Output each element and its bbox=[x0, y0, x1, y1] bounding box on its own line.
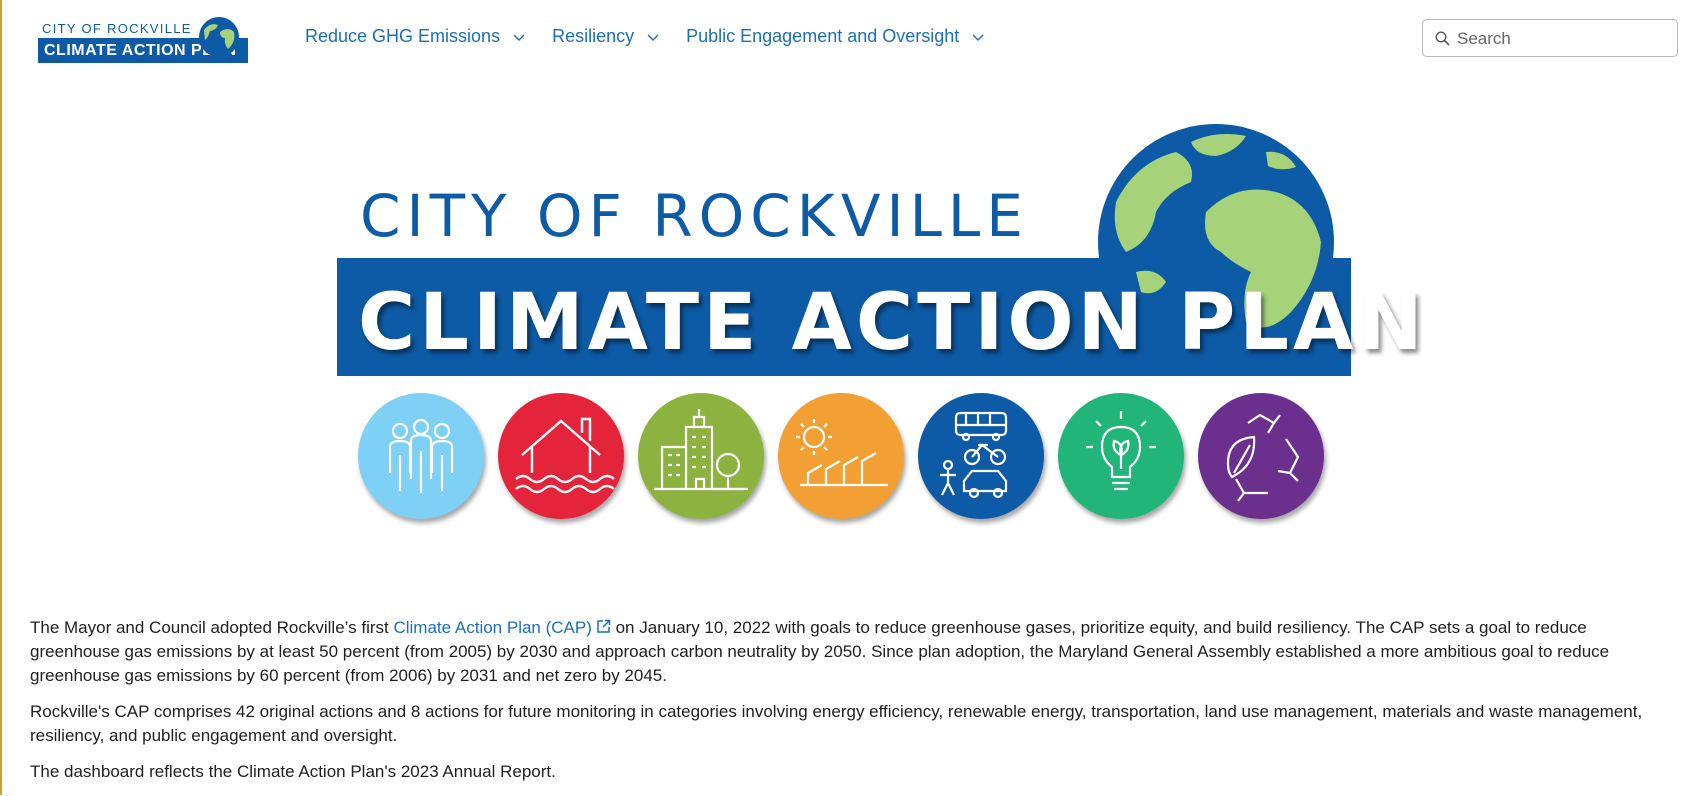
external-link-icon bbox=[597, 619, 611, 633]
globe-icon bbox=[199, 17, 239, 57]
recycle-leaf-icon bbox=[1198, 393, 1324, 519]
nav-label: Reduce GHG Emissions bbox=[305, 26, 501, 46]
site-header: CITY OF ROCKVILLE CLIMATE ACTION PLAN Re… bbox=[0, 0, 1700, 80]
main-nav: Reduce GHG Emissions Resiliency Public E… bbox=[305, 26, 1011, 47]
search-icon bbox=[1435, 31, 1450, 46]
intro-paragraph-3: The dashboard reflects the Climate Actio… bbox=[30, 762, 556, 781]
intro-paragraph-1: The Mayor and Council adopted Rockville’… bbox=[30, 616, 1680, 688]
cap-link[interactable]: Climate Action Plan (CAP) bbox=[393, 618, 611, 637]
logo-line-1: CITY OF ROCKVILLE bbox=[42, 21, 192, 36]
intro-paragraph-2: Rockville's CAP comprises 42 original ac… bbox=[30, 702, 1643, 745]
solar-icon bbox=[778, 393, 904, 519]
people-icon bbox=[358, 393, 484, 519]
category-icons bbox=[358, 393, 1358, 523]
banner-title-top: CITY OF ROCKVILLE bbox=[360, 182, 1029, 250]
page-left-rule bbox=[0, 0, 2, 795]
transportation-icon bbox=[918, 393, 1044, 519]
intro-text-before-link: The Mayor and Council adopted Rockville’… bbox=[30, 618, 394, 637]
nav-label: Resiliency bbox=[552, 26, 635, 46]
nav-resiliency[interactable]: Resiliency bbox=[552, 26, 660, 47]
chevron-down-icon bbox=[972, 34, 984, 41]
chevron-down-icon bbox=[647, 34, 659, 41]
lightbulb-leaf-icon bbox=[1058, 393, 1184, 519]
intro-content: The Mayor and Council adopted Rockville’… bbox=[30, 616, 1680, 796]
buildings-icon bbox=[638, 393, 764, 519]
site-logo[interactable]: CITY OF ROCKVILLE CLIMATE ACTION PLAN bbox=[38, 14, 250, 66]
chevron-down-icon bbox=[513, 34, 525, 41]
banner-title-main: CLIMATE ACTION PLAN bbox=[358, 278, 1427, 368]
nav-label: Public Engagement and Oversight bbox=[686, 26, 960, 46]
nav-public-engagement[interactable]: Public Engagement and Oversight bbox=[686, 26, 985, 47]
cap-banner-image: CITY OF ROCKVILLE CLIMATE ACTION PLAN bbox=[330, 118, 1423, 528]
cap-link-label: Climate Action Plan (CAP) bbox=[393, 618, 592, 637]
search-box[interactable] bbox=[1422, 19, 1678, 57]
search-input[interactable] bbox=[1455, 27, 1669, 51]
flooded-house-icon bbox=[498, 393, 624, 519]
nav-reduce-ghg-emissions[interactable]: Reduce GHG Emissions bbox=[305, 26, 526, 47]
